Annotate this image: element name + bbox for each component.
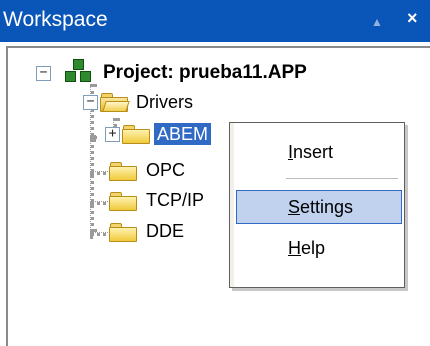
drivers-collapse-toggle[interactable]: − xyxy=(83,95,98,110)
tree-item-project[interactable]: Project: prueba11.APP xyxy=(103,62,307,84)
project-cubes-icon xyxy=(64,59,94,85)
close-icon[interactable]: × xyxy=(407,7,418,29)
menu-item-insert[interactable]: Insert xyxy=(236,135,402,169)
tree-item-abem[interactable]: ABEM xyxy=(154,123,212,145)
workspace-titlebar: Workspace ▲ × xyxy=(0,0,430,42)
context-menu: Insert Settings Help xyxy=(229,122,405,288)
menu-item-settings[interactable]: Settings xyxy=(236,190,402,224)
abem-expand-toggle[interactable]: + xyxy=(105,127,120,142)
folder-icon xyxy=(122,124,150,144)
tree-item-drivers[interactable]: Drivers xyxy=(136,91,193,113)
tree-item-opc[interactable]: OPC xyxy=(146,159,185,181)
menu-gutter xyxy=(230,123,234,287)
folder-icon xyxy=(109,161,137,181)
folder-open-icon xyxy=(100,92,130,112)
project-collapse-toggle[interactable]: − xyxy=(36,66,51,81)
menu-item-help[interactable]: Help xyxy=(236,231,402,265)
folder-icon xyxy=(109,191,137,211)
tree-item-dde[interactable]: DDE xyxy=(146,220,184,242)
menu-separator xyxy=(286,178,398,179)
folder-icon xyxy=(109,222,137,242)
window-title: Workspace xyxy=(3,8,108,31)
up-arrow-icon[interactable]: ▲ xyxy=(371,11,383,33)
tree-connector xyxy=(90,135,96,139)
tree-item-tcpip[interactable]: TCP/IP xyxy=(146,189,204,211)
